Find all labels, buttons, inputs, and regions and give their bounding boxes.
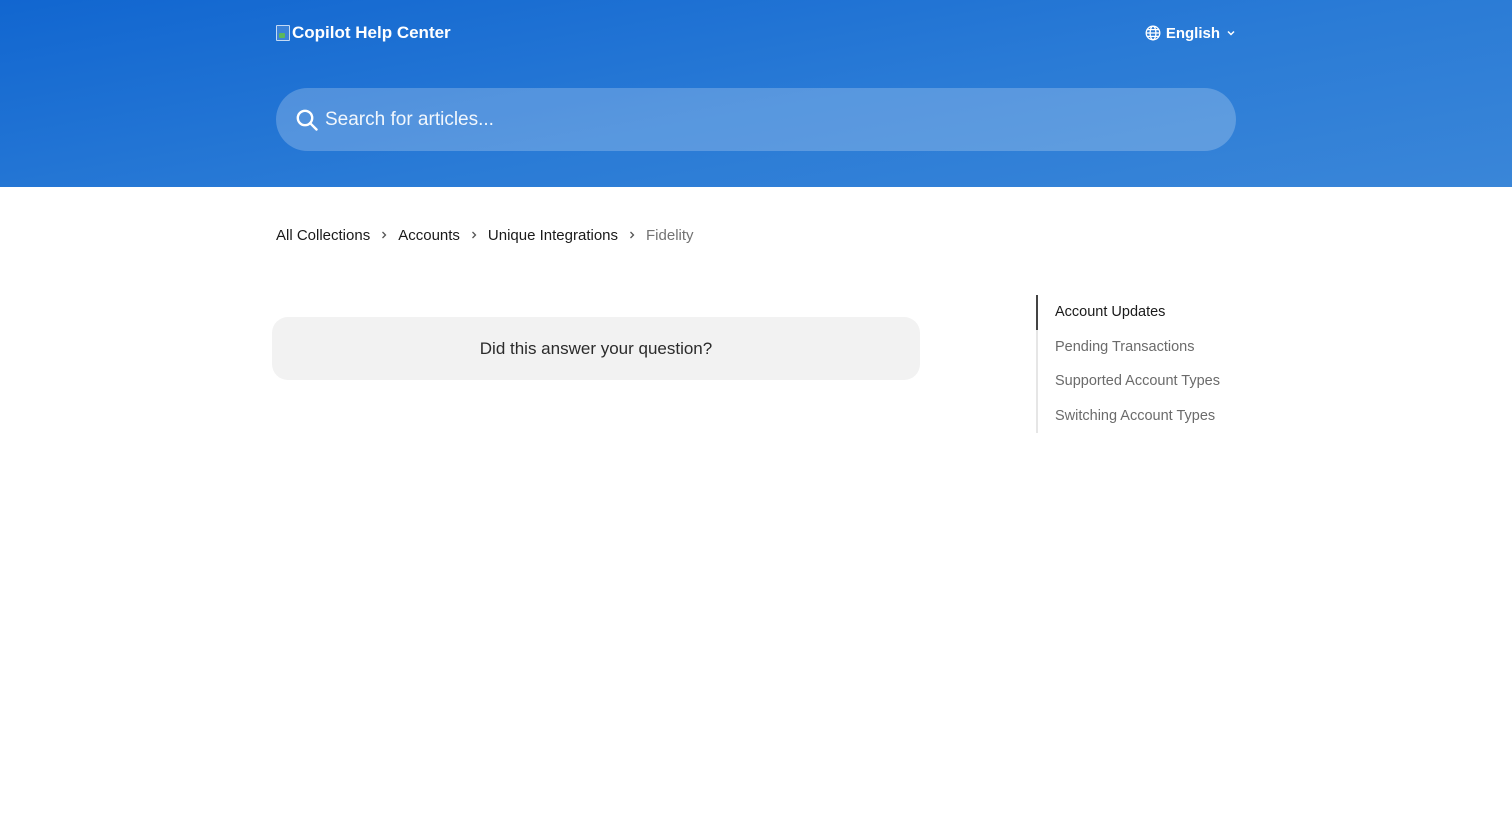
breadcrumb: All Collections Accounts Unique Integrat… [276,225,694,245]
header-row: Copilot Help Center English [276,20,1236,46]
chevron-right-icon [380,230,388,240]
chevron-right-icon [628,230,636,240]
globe-icon [1145,25,1161,41]
chevron-right-icon [470,230,478,240]
toc-item-supported-account-types[interactable]: Supported Account Types [1038,364,1256,399]
language-selector[interactable]: English [1145,25,1236,42]
toc-item-pending-transactions[interactable]: Pending Transactions [1038,330,1256,365]
search-icon [296,109,318,131]
logo-text: Copilot Help Center [292,23,451,42]
chevron-down-icon [1227,30,1235,36]
breadcrumb-unique-integrations[interactable]: Unique Integrations [488,227,618,244]
hero-header: Copilot Help Center English [0,0,1512,187]
toc-item-account-updates[interactable]: Account Updates [1036,295,1256,330]
language-label: English [1165,24,1220,42]
search-input[interactable] [325,99,1236,140]
broken-image-icon [276,25,290,41]
logo-link[interactable]: Copilot Help Center [276,23,451,43]
toc-item-switching-account-types[interactable]: Switching Account Types [1038,399,1256,434]
feedback-question: Did this answer your question? [479,338,713,358]
breadcrumb-all-collections[interactable]: All Collections [276,227,370,244]
search-bar[interactable] [276,88,1236,151]
feedback-box: Did this answer your question? [272,317,920,380]
breadcrumb-current: Fidelity [646,226,694,244]
table-of-contents: Account Updates Pending Transactions Sup… [1036,295,1256,433]
breadcrumb-accounts[interactable]: Accounts [398,227,460,244]
